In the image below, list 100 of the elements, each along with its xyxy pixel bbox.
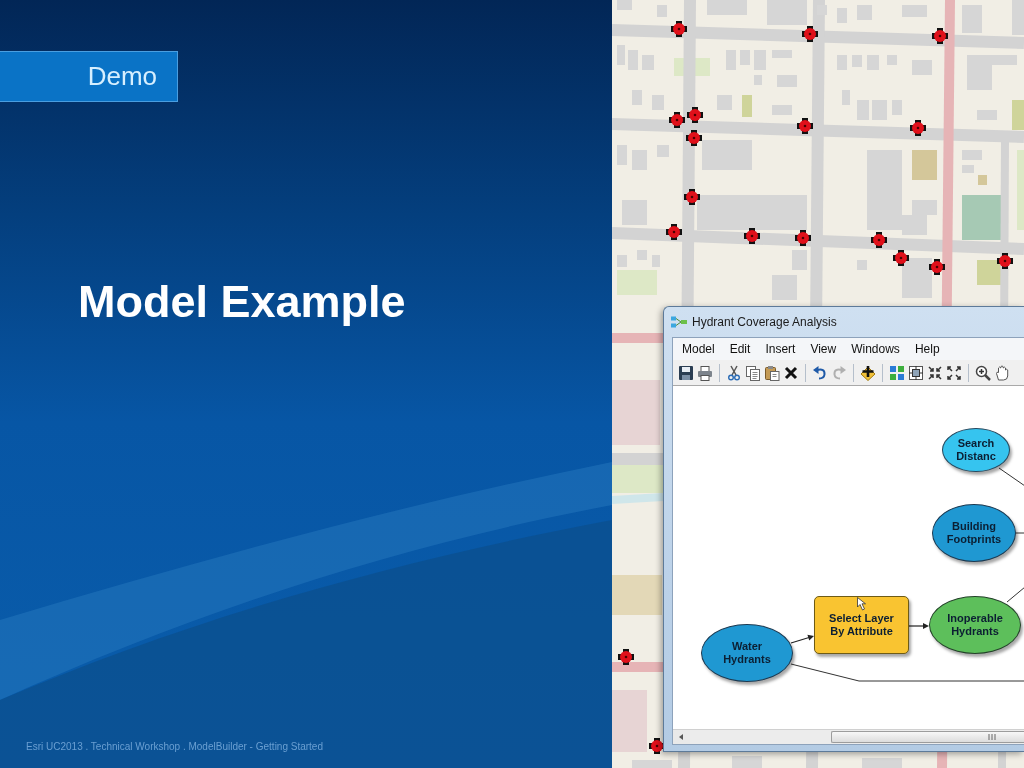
arrows-in-icon[interactable] [927, 364, 943, 381]
building [657, 5, 667, 17]
frame-icon[interactable] [908, 364, 924, 381]
building [642, 55, 654, 70]
building [857, 260, 867, 270]
hydrant-marker-icon [671, 21, 687, 37]
arrows-out-icon[interactable] [946, 364, 962, 381]
value-node: Search Distanc [942, 428, 1010, 472]
stream [612, 493, 664, 504]
building [657, 145, 669, 157]
building [632, 90, 642, 105]
print-icon[interactable] [697, 364, 713, 381]
add-icon[interactable] [860, 364, 876, 381]
hydrant-marker-icon [929, 259, 945, 275]
building [852, 55, 862, 67]
menu-item[interactable]: Model [682, 342, 715, 356]
building [892, 100, 902, 115]
park-area [612, 465, 663, 493]
building [632, 760, 672, 768]
menu-item[interactable]: Edit [729, 342, 751, 356]
menu-item[interactable]: Help [914, 342, 940, 356]
hydrant-marker-icon [618, 649, 634, 665]
cursor-icon [857, 597, 868, 611]
undo-icon[interactable] [812, 364, 828, 381]
building [842, 90, 850, 105]
connector-line [1006, 586, 1024, 603]
building [1012, 0, 1024, 35]
building [622, 200, 647, 225]
hydrant-marker-icon [686, 130, 702, 146]
menu-item[interactable]: View [810, 342, 837, 356]
section-label: Demo [0, 51, 178, 102]
window-title: Hydrant Coverage Analysis [692, 314, 837, 331]
building [628, 50, 638, 70]
building [617, 45, 625, 65]
grip-icon [988, 734, 996, 740]
building [977, 110, 997, 120]
connector-arrow [908, 623, 929, 629]
building [837, 8, 847, 23]
building [740, 50, 750, 65]
connector-arrow [790, 634, 814, 644]
hydrant-marker-icon [997, 253, 1013, 269]
hydrant-marker-icon [669, 112, 685, 128]
hydrant-marker-icon [795, 230, 811, 246]
land-parcel [612, 575, 662, 615]
building [837, 55, 847, 70]
connector-line [998, 467, 1024, 487]
land-parcel [612, 690, 647, 752]
tool-node: Select Layer By Attribute [814, 596, 909, 654]
land-parcel [612, 380, 660, 445]
hydrant-marker-icon [744, 228, 760, 244]
copy-icon[interactable] [745, 364, 761, 381]
building [857, 100, 869, 120]
building [754, 50, 766, 70]
road [612, 662, 663, 672]
slide-footer: Esri UC2013 . Technical Workshop . ModelBuilder - Getting Started [26, 741, 323, 753]
hydrant-marker-icon [684, 189, 700, 205]
output-node: Inoperable Hydrants [929, 596, 1021, 654]
hydrant-marker-icon [802, 26, 818, 42]
road [612, 453, 663, 465]
save-icon[interactable] [678, 364, 694, 381]
building [772, 50, 792, 58]
menu-item[interactable]: Insert [765, 342, 796, 356]
delete-icon[interactable] [783, 364, 799, 381]
hydrant-marker-icon [687, 107, 703, 123]
hydrant-marker-icon [797, 118, 813, 134]
building [632, 150, 647, 170]
scrollbar-thumb[interactable] [831, 731, 1024, 743]
building [887, 55, 897, 65]
menu-item[interactable]: Windows [851, 342, 900, 356]
building [617, 0, 632, 10]
data-node: Water Hydrants [701, 624, 793, 682]
building [962, 150, 982, 160]
building [872, 100, 887, 120]
land-parcel [978, 175, 987, 185]
land-parcel [1012, 100, 1024, 130]
building [862, 758, 902, 768]
connector-line [1015, 532, 1024, 534]
scissors-icon[interactable] [726, 364, 742, 381]
layout-grid-icon[interactable] [889, 364, 905, 381]
building [767, 0, 807, 25]
hand-icon[interactable] [994, 364, 1010, 381]
building [792, 250, 807, 270]
building [962, 5, 982, 33]
building [772, 105, 792, 115]
park-area [617, 270, 657, 295]
building [912, 60, 932, 75]
building [717, 95, 732, 110]
building [857, 5, 872, 20]
building [652, 95, 664, 110]
building [902, 258, 932, 298]
building [867, 55, 879, 70]
data-node: Building Footprints [932, 504, 1016, 562]
land-parcel [742, 95, 752, 117]
building [902, 5, 927, 17]
building [732, 756, 762, 768]
hydrant-marker-icon [932, 28, 948, 44]
hydrant-marker-icon [666, 224, 682, 240]
hydrant-marker-icon [910, 120, 926, 136]
clipboard-icon[interactable] [764, 364, 780, 381]
zoom-in-icon[interactable] [975, 364, 991, 381]
